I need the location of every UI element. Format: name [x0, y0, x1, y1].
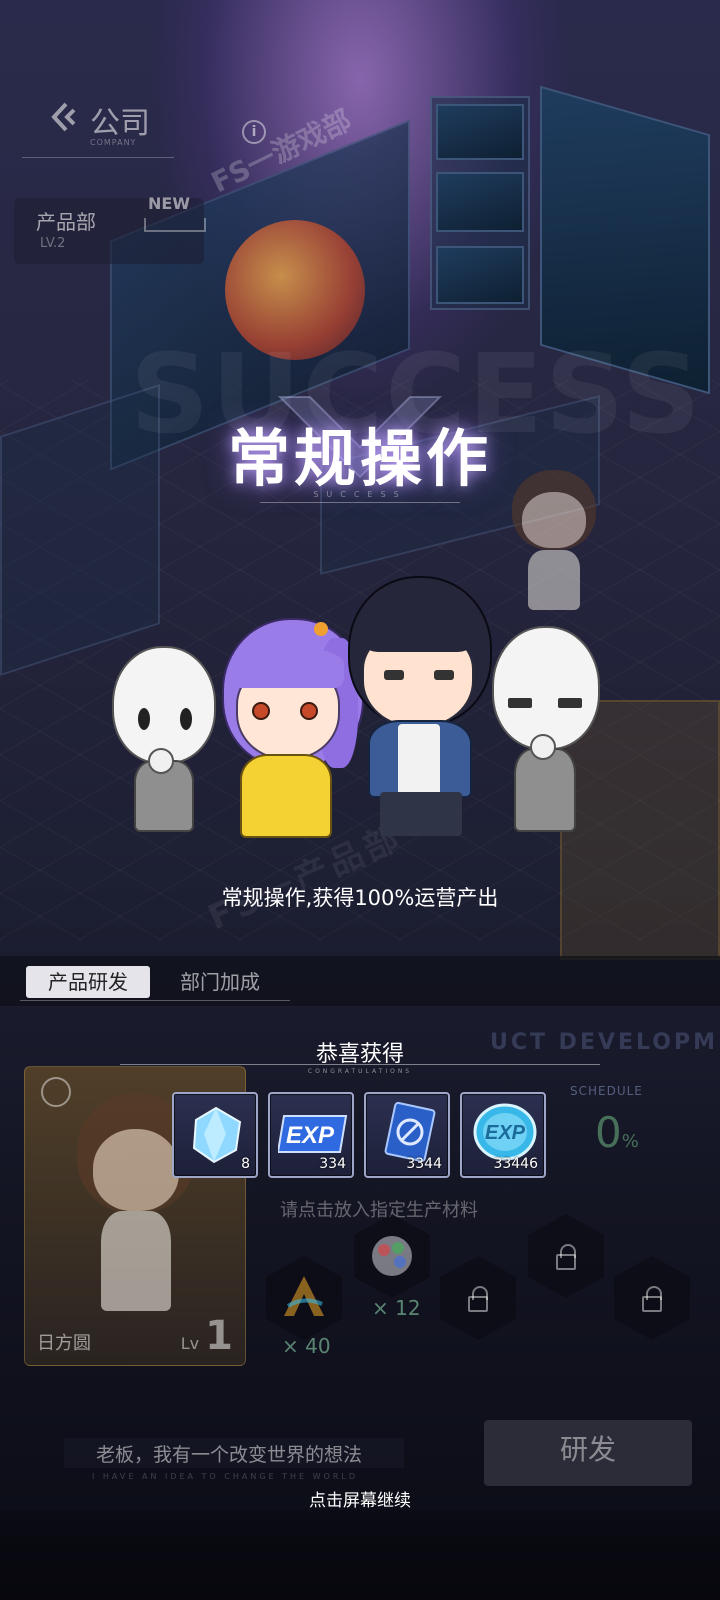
department-name: 产品部: [36, 210, 96, 234]
monitor-screen: [436, 104, 524, 160]
tab-bar: 产品研发 部门加成: [0, 956, 720, 1006]
character-name: 日方圆: [37, 1333, 91, 1354]
svg-text:EXP: EXP: [485, 1122, 526, 1144]
header-divider: [22, 157, 174, 158]
reward-item-crystal[interactable]: 8: [172, 1092, 258, 1178]
exp-book-icon: EXP: [278, 1115, 348, 1153]
result-title: 常规操作: [227, 422, 492, 495]
congrats-subtitle: CONGRATULATIONS: [307, 1068, 413, 1075]
exp-coin-icon: EXP: [473, 1103, 537, 1161]
material-count: × 40: [282, 1334, 331, 1358]
lock-icon: [642, 1286, 662, 1312]
blue-crystal-icon: [192, 1106, 242, 1164]
tab-product-rd[interactable]: 产品研发: [26, 966, 150, 998]
character-level: Lv 1: [180, 1313, 233, 1359]
reward-item-exp-coin[interactable]: EXP 33446: [460, 1092, 546, 1178]
lock-icon: [556, 1244, 576, 1270]
svg-text:EXP: EXP: [286, 1122, 335, 1149]
reward-quantity: 334: [319, 1156, 346, 1172]
tap-to-continue[interactable]: 点击屏幕继续: [0, 1486, 720, 1511]
mannequin-character-right: [484, 620, 610, 840]
dialog-quote: 老板，我有一个改变世界的想法: [64, 1438, 404, 1468]
tab-underline: [20, 1000, 290, 1001]
reward-quantity: 33446: [493, 1156, 538, 1172]
a-logo-material-icon: [284, 1276, 324, 1316]
blue-card-icon: [384, 1102, 436, 1163]
color-palette-icon: [372, 1236, 412, 1276]
reward-item-exp-book[interactable]: EXP 334: [268, 1092, 354, 1178]
new-badge: NEW: [148, 194, 190, 213]
company-logo-icon: [51, 102, 76, 132]
result-title-subtitle: SUCCESS: [313, 490, 407, 499]
congrats-divider: [120, 1064, 600, 1065]
bottom-fade: [0, 1510, 720, 1600]
department-level: LV.2: [40, 236, 66, 251]
reward-quantity: 3344: [406, 1156, 442, 1172]
result-title-divider: [260, 502, 460, 503]
quote-subtitle: I HAVE AN IDEA TO CHANGE THE WORLD: [92, 1472, 359, 1481]
lock-icon: [468, 1286, 488, 1312]
mannequin-character-left: [104, 640, 224, 840]
tab-department-bonus[interactable]: 部门加成: [180, 966, 260, 998]
company-title: 公司: [90, 106, 150, 141]
quote-text: 老板，我有一个改变世界的想法: [96, 1444, 363, 1466]
globe-icon: [41, 1077, 71, 1107]
reward-quantity: 8: [241, 1156, 250, 1172]
material-count: × 12: [372, 1296, 421, 1320]
black-hair-boy-character: [344, 570, 494, 840]
reward-item-blue-card[interactable]: 3344: [364, 1092, 450, 1178]
new-badge-frame: [144, 218, 206, 232]
schedule-value: 0%: [595, 1108, 639, 1157]
company-subtitle: COMPANY: [90, 138, 137, 147]
monitor-screen: [436, 172, 524, 232]
material-hint: 请点击放入指定生产材料: [280, 1200, 478, 1221]
monitor-screen: [436, 246, 524, 304]
schedule-label: SCHEDULE: [570, 1084, 643, 1098]
department-selector[interactable]: 产品部 LV.2 NEW: [14, 194, 206, 264]
develop-button[interactable]: 研发: [484, 1420, 692, 1486]
result-description: 常规操作,获得100%运营产出: [221, 886, 499, 910]
